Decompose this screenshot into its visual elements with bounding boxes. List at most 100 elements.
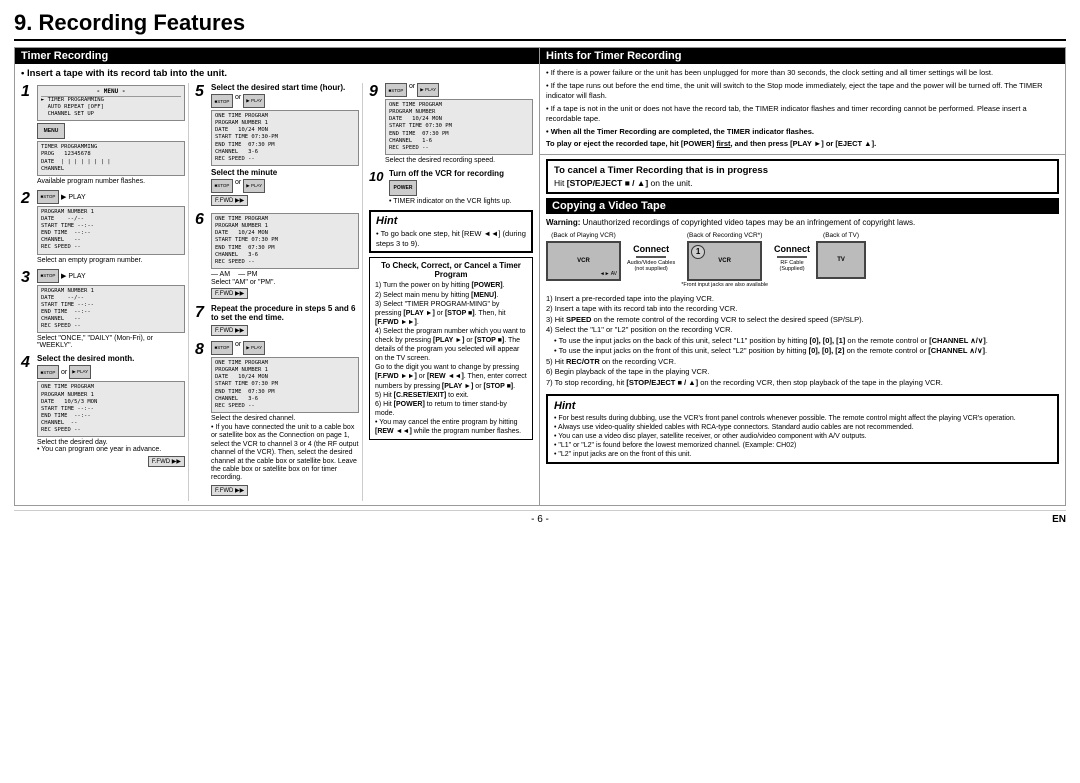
step-10-desc: Turn off the VCR for recording	[389, 169, 533, 178]
playing-vcr: (Back of Playing VCR) VCR ◄► AV	[546, 232, 621, 281]
tv: (Back of TV) TV	[816, 232, 866, 279]
page-container: 9. Recording Features Timer Recording • …	[0, 0, 1080, 783]
step-8-content: ■STOP or ▶ PLAY ONE TIME PROGRAM PROGRAM…	[211, 341, 359, 496]
hint-text: • To go back one step, hit [REW ◄◄] (dur…	[376, 229, 526, 249]
rf-cable-label: RF Cable(Supplied)	[780, 260, 805, 272]
back-playing-label: (Back of Playing VCR)	[551, 232, 616, 239]
step-8-lcd: ONE TIME PROGRAM PROGRAM NUMBER 1 DATE 1…	[211, 357, 359, 413]
step-7-ffwd: F.FWD ▶▶	[211, 325, 248, 336]
recording-vcr-box: VCR 1	[687, 241, 762, 281]
step-10-num: 10	[369, 169, 385, 205]
connect-1: Connect Audio/Video Cables(not supplied)	[627, 232, 675, 272]
page-number: - 6 -	[531, 514, 549, 525]
hints-list: • If there is a power failure or the uni…	[546, 68, 1059, 150]
steps-col3: 9 ■STOP or ▶ PLAY ONE TIME PROGRAM PROGR…	[367, 83, 533, 501]
step-5-content: Select the desired start time (hour). ■S…	[211, 83, 359, 206]
step-4-lcd: ONE TIME PROGRAM PROGRAM NUMBER 1 DATE 1…	[37, 381, 185, 437]
step-5-lcd: ONE TIME PROGRAM PROGRAM NUMBER 1 DATE 1…	[211, 110, 359, 166]
step-6-ffwd: F.FWD ▶▶	[211, 288, 248, 299]
connect-label-1: Connect	[633, 244, 669, 254]
step-3-play-btn: ▶ PLAY	[61, 272, 86, 280]
page-title: 9. Recording Features	[14, 10, 1066, 41]
step-4-sub: Select the desired day.• You can program…	[37, 439, 185, 453]
cancel-text: Hit [STOP/EJECT ■ / ▲] on the unit.	[554, 178, 1051, 188]
check-title: To Check, Correct, or Cancel a Timer Pro…	[375, 261, 527, 279]
step-6-num: 6	[195, 211, 207, 299]
step-2-content: ■STOP ▶ PLAY PROGRAM NUMBER 1 DATE --/--…	[37, 190, 185, 264]
step-5-ffwd: F.FWD ▶▶	[211, 195, 248, 206]
step-10-power: POWER	[389, 180, 533, 196]
step-5-row: 5 Select the desired start time (hour). …	[195, 83, 359, 206]
tv-box: TV	[816, 241, 866, 279]
cancel-box: To cancel a Timer Recording that is in p…	[546, 159, 1059, 194]
step-3-stop-btn: ■STOP	[37, 269, 59, 283]
step-1-sub: Available program number flashes.	[37, 178, 185, 185]
copy-header: Copying a Video Tape	[546, 198, 1059, 214]
check-correct-cancel-box: To Check, Correct, or Cancel a Timer Pro…	[369, 257, 533, 440]
left-section-content: • Insert a tape with its record tab into…	[15, 64, 539, 505]
hints-content: • If there is a power failure or the uni…	[540, 64, 1065, 155]
step-1-row: 1 - MENU - ► TIMER PROGRAMMING AUTO REPE…	[21, 83, 185, 185]
main-grid: Timer Recording • Insert a tape with its…	[14, 47, 1066, 506]
step-9-buttons: ■STOP or ▶ PLAY	[385, 83, 533, 97]
step-7-row: 7 Repeat the procedure in steps 5 and 6 …	[195, 304, 359, 336]
step-4-desc: Select the desired month.	[37, 354, 185, 363]
hint-title: Hint	[376, 215, 526, 227]
step-6-row: 6 ONE TIME PROGRAM PROGRAM NUMBER 1 DATE…	[195, 211, 359, 299]
step-2-play-btn: ▶ PLAY	[61, 193, 86, 201]
step-7-desc: Repeat the procedure in steps 5 and 6 to…	[211, 304, 359, 322]
step-5-buttons: ■STOP or ▶ PLAY	[211, 94, 359, 108]
step-3-sub: Select "ONCE," "DAILY" (Mon-Fri), or "WE…	[37, 335, 185, 349]
step-4-stop-btn: ■STOP	[37, 365, 59, 379]
step-4-or: or	[61, 369, 67, 376]
cable-line-1	[636, 256, 666, 258]
step-2-row: 2 ■STOP ▶ PLAY PROGRAM NUMBER 1 DATE --/…	[21, 190, 185, 264]
step-8-buttons: ■STOP or ▶ PLAY	[211, 341, 359, 355]
cable-line-2	[777, 256, 807, 258]
audio-cable-label: Audio/Video Cables(not supplied)	[627, 260, 675, 272]
step-6-sub: Select "AM" or "PM".	[211, 279, 359, 286]
page-footer: - 6 - EN	[14, 510, 1066, 525]
step-10-sub: • TIMER indicator on the VCR lights up.	[389, 198, 533, 205]
timer-recording-header: Timer Recording	[15, 48, 539, 64]
step-9-lcd: ONE TIME PROGRAM PROGRAM NUMBER DATE 10/…	[385, 99, 533, 155]
step-2-stop-btn: ■STOP	[37, 190, 59, 204]
step-10-row: 10 Turn off the VCR for recording POWER …	[369, 169, 533, 205]
step-8-sub: Select the desired channel.	[211, 415, 359, 422]
playing-vcr-box: VCR ◄► AV	[546, 241, 621, 281]
step-9-num: 9	[369, 83, 381, 164]
back-recording-label: (Back of Recording VCR*)	[687, 232, 763, 239]
left-column: Timer Recording • Insert a tape with its…	[15, 48, 540, 505]
step-8-row: 8 ■STOP or ▶ PLAY ONE TIME PROGRAM PROGR…	[195, 341, 359, 496]
step-3-lcd: PROGRAM NUMBER 1 DATE --/-- START TIME -…	[37, 285, 185, 334]
step-8-cable-note: • If you have connected the unit to a ca…	[211, 424, 359, 483]
step-6-lcd: ONE TIME PROGRAM PROGRAM NUMBER 1 DATE 1…	[211, 213, 359, 269]
step-10-content: Turn off the VCR for recording POWER • T…	[389, 169, 533, 205]
step-1-vcr-row: MENU	[37, 123, 185, 139]
step-2-num: 2	[21, 190, 33, 264]
step-3-row: 3 ■STOP ▶ PLAY PROGRAM NUMBER 1 DATE --/…	[21, 269, 185, 350]
copy-section: Copying a Video Tape Warning: Unauthoriz…	[546, 198, 1059, 389]
hint-bottom-bullets: • For best results during dubbing, use t…	[554, 414, 1051, 459]
step-9-content: ■STOP or ▶ PLAY ONE TIME PROGRAM PROGRAM…	[385, 83, 533, 164]
hint-bottom-box: Hint • For best results during dubbing, …	[546, 394, 1059, 464]
check-steps: 1) Turn the power on by hitting [POWER].…	[375, 281, 527, 436]
step-4-row: 4 Select the desired month. ■STOP or ▶ P…	[21, 354, 185, 467]
first-input-note: *Front input jacks are also available	[681, 282, 768, 288]
step-8-num: 8	[195, 341, 207, 496]
step-3-content: ■STOP ▶ PLAY PROGRAM NUMBER 1 DATE --/--…	[37, 269, 185, 350]
step-5-num: 5	[195, 83, 207, 206]
step-1-menu-button: MENU	[37, 123, 65, 139]
hints-timer-recording-header: Hints for Timer Recording	[540, 48, 1065, 64]
step-1-num: 1	[21, 83, 33, 185]
insert-tape-instruction: • Insert a tape with its record tab into…	[21, 68, 533, 79]
step-5-desc: Select the desired start time (hour).	[211, 83, 359, 92]
hint-bottom-title: Hint	[554, 399, 1051, 413]
step-7-num: 7	[195, 304, 207, 336]
step-9-row: 9 ■STOP or ▶ PLAY ONE TIME PROGRAM PROGR…	[369, 83, 533, 164]
step-5-minute: Select the minute	[211, 168, 359, 177]
vcr-diagram: (Back of Playing VCR) VCR ◄► AV Connect …	[546, 232, 1059, 288]
step-4-content: Select the desired month. ■STOP or ▶ PLA…	[37, 354, 185, 467]
step-1-content: - MENU - ► TIMER PROGRAMMING AUTO REPEAT…	[37, 83, 185, 185]
step-2-lcd: PROGRAM NUMBER 1 DATE --/-- START TIME -…	[37, 206, 185, 255]
